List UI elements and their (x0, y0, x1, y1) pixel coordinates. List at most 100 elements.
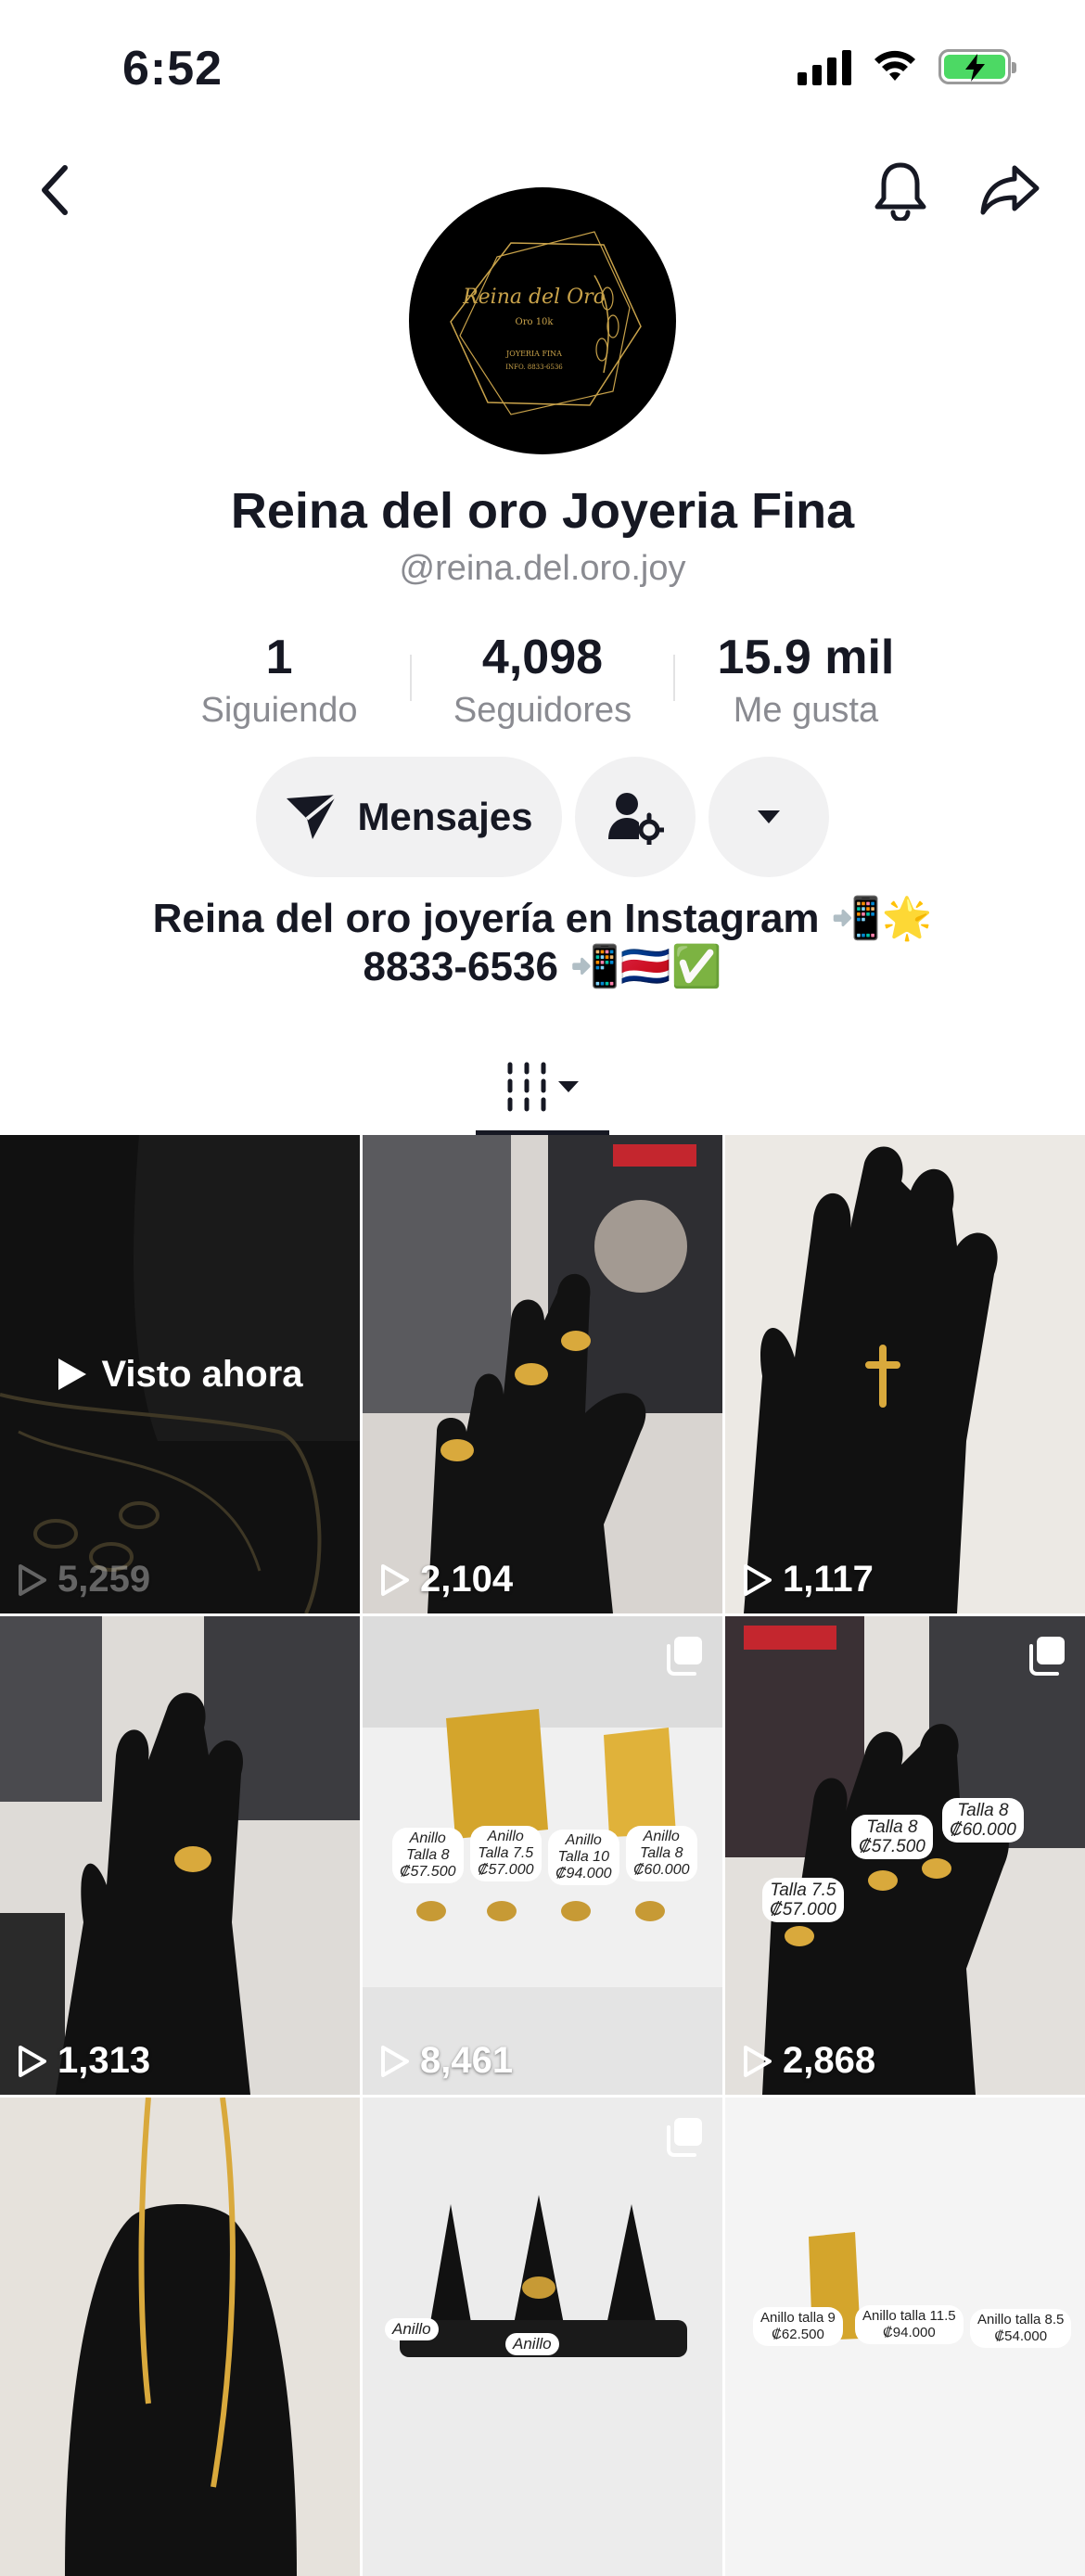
view-count: 2,868 (742, 2040, 875, 2082)
video-thumbnail[interactable]: 1,313 (0, 1616, 360, 2095)
stat-value: 1 (265, 631, 293, 684)
stat-likes[interactable]: 15.9 mil Me gusta (675, 627, 937, 738)
price-tag: Talla 7.5 ₡57.000 (762, 1878, 844, 1922)
tag-line: ₡60.000 (950, 1820, 1016, 1840)
price-tag: Anillo talla 8.5 ₡54.000 (970, 2309, 1072, 2348)
profile-bio: Reina del oro joyería en Instagram 📲🌟 88… (0, 895, 1085, 991)
stat-following[interactable]: 1 Siguiendo (148, 627, 410, 738)
multiple-images-icon (667, 1637, 702, 1676)
watched-label: Visto ahora (101, 1353, 303, 1395)
tag-line: ₡54.000 (994, 2328, 1048, 2344)
view-count: 1,313 (17, 2040, 150, 2082)
share-button[interactable] (977, 158, 1042, 223)
price-tag: Talla 8 ₡60.000 (942, 1798, 1024, 1843)
message-button-label: Mensajes (357, 795, 533, 838)
content-tabs (0, 1039, 1085, 1135)
profile-stats: 1 Siguiendo 4,098 Seguidores 15.9 mil Me… (148, 627, 937, 738)
video-thumbnail[interactable]: Visto ahora 5,259 (0, 1135, 360, 1613)
svg-text:Oro 10k: Oro 10k (516, 317, 555, 327)
profile-actions: Mensajes (256, 757, 829, 877)
play-outline-icon (19, 2045, 46, 2077)
view-count: 8,461 (379, 2040, 513, 2082)
stat-label: Me gusta (733, 691, 879, 730)
video-thumbnail[interactable] (0, 2098, 360, 2576)
play-outline-icon (744, 1563, 772, 1596)
stat-value: 4,098 (481, 631, 604, 684)
tag-line: Talla 8 (639, 1845, 683, 1861)
tag-line: Talla 8 (957, 1801, 1009, 1820)
tag-line: ₡62.500 (772, 2327, 824, 2342)
tag-line: Talla 10 (557, 1849, 609, 1865)
username-handle: @reina.del.oro.joy (399, 549, 686, 588)
view-count: 2,104 (379, 1559, 513, 1600)
svg-text:JOYERIA FINA: JOYERIA FINA (505, 350, 562, 358)
message-button[interactable]: Mensajes (256, 757, 562, 877)
watched-overlay: Visto ahora (0, 1135, 360, 1613)
video-thumbnail[interactable]: 2,104 (363, 1135, 722, 1613)
price-tag: Anillo Talla 8 ₡60.000 (626, 1826, 697, 1881)
svg-text:Reina del Oro: Reina del Oro (462, 286, 606, 309)
video-grid-icon (507, 1062, 579, 1112)
thumbnail-image (725, 1135, 1085, 1613)
status-icons (798, 48, 1016, 85)
chevron-left-icon (42, 165, 68, 215)
user-settings-icon (608, 793, 664, 845)
video-thumbnail[interactable]: Anillo talla 9 ₡62.500 Anillo talla 11.5… (725, 2098, 1085, 2576)
video-thumbnail[interactable]: Talla 8 ₡57.500 Talla 8 ₡60.000 Talla 7.… (725, 1616, 1085, 2095)
price-tag: Anillo Talla 7.5 ₡57.000 (470, 1826, 542, 1881)
price-tag: Anillo talla 9 ₡62.500 (753, 2307, 843, 2346)
stat-label: Siguiendo (200, 691, 358, 730)
price-tag: Anillo (385, 2318, 439, 2340)
follow-settings-button[interactable] (575, 757, 696, 877)
view-count: 5,259 (17, 1559, 150, 1600)
view-count-value: 1,313 (57, 2040, 151, 2081)
send-icon (287, 793, 338, 839)
thumbnail-image (363, 1135, 722, 1613)
share-icon (980, 165, 1040, 215)
wifi-icon (874, 50, 915, 81)
tag-line: Anillo (409, 1830, 446, 1846)
svg-text:INFO. 8833-6536: INFO. 8833-6536 (505, 363, 563, 371)
stat-value: 15.9 mil (717, 631, 895, 684)
tag-line: Anillo (487, 1829, 524, 1844)
play-outline-icon (381, 1563, 409, 1596)
brand-logo: Reina del Oro Oro 10k JOYERIA FINA INFO.… (450, 231, 642, 415)
view-count-value: 5,259 (57, 1559, 151, 1600)
tag-line: ₡57.000 (478, 1862, 534, 1878)
tag-line: ₡60.000 (633, 1862, 690, 1878)
battery-icon (938, 49, 1016, 84)
tab-videos[interactable] (476, 1039, 609, 1135)
cellular-signal-icon (798, 48, 851, 85)
notifications-button[interactable] (868, 158, 933, 223)
multiple-images-icon (667, 2118, 702, 2157)
tag-line: ₡57.000 (770, 1900, 836, 1919)
back-button[interactable] (23, 158, 88, 223)
tag-line: Anillo (565, 1832, 602, 1848)
status-bar: 6:52 (0, 0, 1085, 139)
bio-line: Reina del oro joyería en Instagram 📲🌟 (152, 896, 933, 941)
tag-line: Talla 7.5 (770, 1881, 836, 1900)
view-count: 1,117 (742, 1559, 874, 1600)
tag-line: Talla 7.5 (478, 1845, 534, 1861)
stat-followers[interactable]: 4,098 Seguidores (412, 627, 673, 738)
tag-line: Anillo talla 8.5 (977, 2312, 1065, 2327)
tag-line: Anillo (643, 1829, 680, 1844)
stat-label: Seguidores (453, 691, 632, 730)
tag-line: Anillo talla 11.5 (862, 2308, 956, 2324)
avatar[interactable]: Reina del Oro Oro 10k JOYERIA FINA INFO.… (409, 187, 676, 454)
multiple-images-icon (1029, 1637, 1065, 1676)
tag-line: Talla 8 (405, 1847, 450, 1863)
price-tag: Talla 8 ₡57.500 (851, 1815, 933, 1859)
video-thumbnail[interactable]: Anillo Talla 8 ₡57.500 Anillo Talla 7.5 … (363, 1616, 722, 2095)
more-options-button[interactable] (708, 757, 829, 877)
price-tag: Anillo (505, 2333, 559, 2355)
tag-line: Anillo talla 9 (760, 2310, 836, 2326)
display-name: Reina del oro Joyeria Fina (230, 483, 855, 539)
play-outline-icon (381, 2045, 409, 2077)
thumbnail-image (0, 1616, 360, 2095)
video-thumbnail[interactable]: 1,117 (725, 1135, 1085, 1613)
play-outline-icon (744, 2045, 772, 2077)
price-tag: Anillo Talla 10 ₡94.000 (548, 1830, 619, 1885)
video-thumbnail[interactable]: Anillo Anillo (363, 2098, 722, 2576)
play-outline-icon (19, 1563, 46, 1596)
